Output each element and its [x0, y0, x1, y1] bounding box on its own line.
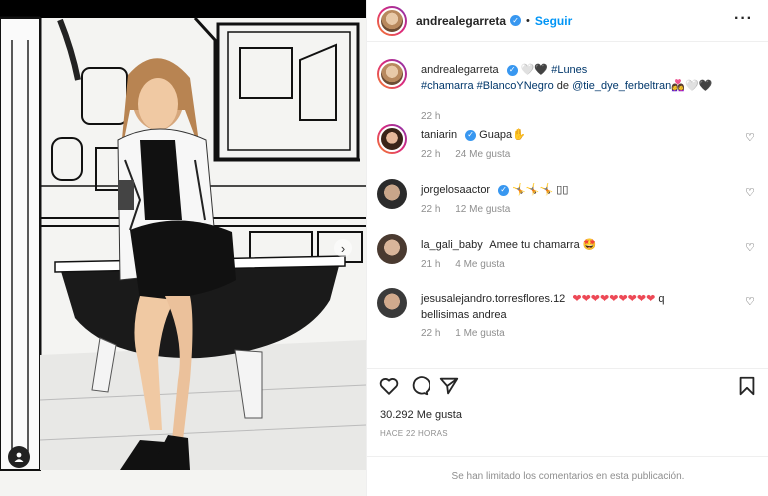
comment-text: jorgelosaactor ✓ 🤸🤸🤸 ▯▯: [421, 182, 721, 198]
comment-username[interactable]: jorgelosaactor: [421, 184, 490, 196]
post-panel: andrealegarreta ✓ • Seguir ··· andrealeg…: [366, 0, 768, 496]
post-photo: [0, 0, 366, 496]
likes-number: 30.292: [380, 409, 414, 421]
post-header: andrealegarreta ✓ • Seguir ···: [367, 0, 768, 42]
follow-button[interactable]: Seguir: [535, 14, 572, 28]
verified-badge-icon: ✓: [498, 184, 510, 196]
comment-likes[interactable]: 1 Me gusta: [455, 328, 504, 339]
author-username[interactable]: andrealegarreta: [416, 14, 506, 28]
comment-item: taniarin ✓ Guapa✋ 22 h 24 Me gusta ♡: [377, 124, 757, 164]
caption-de: de: [556, 80, 569, 92]
comment-body: Guapa✋: [479, 129, 526, 141]
header-separator: •: [526, 14, 530, 27]
caption-username[interactable]: andrealegarreta: [421, 64, 499, 76]
comment-item: jesusalejandro.torresflores.12 ❤❤❤❤❤❤❤❤❤…: [377, 288, 757, 348]
caption-avatar[interactable]: [377, 59, 407, 89]
comment-time[interactable]: 21 h: [421, 259, 440, 270]
comment-like-heart-icon[interactable]: ♡: [745, 296, 757, 308]
likes-count[interactable]: 30.292 Me gusta: [380, 409, 462, 421]
more-options-icon[interactable]: ···: [734, 11, 753, 27]
comment-text: jesusalejandro.torresflores.12 ❤❤❤❤❤❤❤❤❤…: [421, 291, 721, 323]
comment-body: 🤸🤸🤸 ▯▯: [512, 184, 569, 196]
comment-likes[interactable]: 4 Me gusta: [455, 259, 504, 270]
comment-meta: 22 h 12 Me gusta: [421, 204, 522, 215]
comment-text: taniarin ✓ Guapa✋: [421, 127, 721, 143]
post-actions: 30.292 Me gusta HACE 22 HORAS: [367, 368, 768, 456]
mention-link[interactable]: @tie_dye_ferbeltran: [572, 80, 671, 92]
comment-body: bellisimas andrea: [421, 309, 507, 321]
share-icon[interactable]: [438, 375, 460, 397]
user-tag-icon[interactable]: [8, 446, 30, 468]
bookmark-icon[interactable]: [736, 375, 758, 397]
caption-time[interactable]: 22 h: [421, 111, 440, 122]
comment-time[interactable]: 22 h: [421, 149, 440, 160]
hashtag-chamarra[interactable]: #chamarra #BlancoYNegro: [421, 80, 554, 92]
heart-icon[interactable]: [378, 375, 400, 397]
author-avatar[interactable]: [377, 5, 407, 36]
comment-meta: 21 h 4 Me gusta: [421, 259, 517, 270]
commenter-avatar[interactable]: [377, 124, 407, 154]
caption-trailing-emoji: 👩‍❤️‍👩🤍🖤: [671, 80, 713, 92]
comment-hearts: ❤❤❤❤❤❤❤❤❤: [572, 293, 656, 305]
post-timestamp[interactable]: HACE 22 HORAS: [380, 429, 448, 438]
caption-text: andrealegarreta ✓ 🤍🖤 #Lunes #chamarra #Bl…: [421, 62, 721, 94]
comments-limited-notice: Se han limitado los comentarios en esta …: [367, 456, 768, 496]
comment-item: la_gali_baby Amee tu chamarra 🤩 21 h 4 M…: [377, 234, 757, 274]
comment-text: la_gali_baby Amee tu chamarra 🤩: [421, 237, 721, 253]
comment-meta: 22 h 24 Me gusta: [421, 149, 522, 160]
caption-hearts: 🤍🖤: [520, 64, 549, 76]
comment-item: jorgelosaactor ✓ 🤸🤸🤸 ▯▯ 22 h 12 Me gusta …: [377, 179, 757, 219]
comment-body: Amee tu chamarra 🤩: [489, 239, 597, 251]
comment-body-q: q: [658, 293, 665, 305]
commenter-avatar[interactable]: [377, 179, 407, 209]
instagram-post-modal: › andrealegarreta ✓ • Seguir ··· andreal…: [0, 0, 768, 496]
post-media[interactable]: ›: [0, 0, 366, 496]
next-media-button[interactable]: ›: [334, 239, 352, 257]
comment-likes[interactable]: 24 Me gusta: [455, 149, 510, 160]
comment-username[interactable]: la_gali_baby: [421, 239, 483, 251]
verified-badge-icon: ✓: [510, 15, 522, 26]
caption-meta: 22 h: [421, 111, 452, 122]
comment-like-heart-icon[interactable]: ♡: [745, 242, 757, 254]
comment-time[interactable]: 22 h: [421, 328, 440, 339]
hashtag-lunes[interactable]: #Lunes: [551, 64, 587, 76]
comment-likes[interactable]: 12 Me gusta: [455, 204, 510, 215]
comment-time[interactable]: 22 h: [421, 204, 440, 215]
comments-list[interactable]: andrealegarreta ✓ 🤍🖤 #Lunes #chamarra #Bl…: [367, 43, 768, 368]
verified-badge-icon: ✓: [506, 64, 518, 76]
commenter-avatar[interactable]: [377, 234, 407, 264]
comment-meta: 22 h 1 Me gusta: [421, 328, 517, 339]
comment-like-heart-icon[interactable]: ♡: [745, 132, 757, 144]
commenter-avatar[interactable]: [377, 288, 407, 318]
comment-like-heart-icon[interactable]: ♡: [745, 187, 757, 199]
comment-icon[interactable]: [408, 375, 430, 397]
likes-label: Me gusta: [416, 409, 462, 421]
comment-username[interactable]: jesusalejandro.torresflores.12: [421, 293, 565, 305]
verified-badge-icon: ✓: [465, 129, 477, 141]
comment-username[interactable]: taniarin: [421, 129, 457, 141]
caption: andrealegarreta ✓ 🤍🖤 #Lunes #chamarra #Bl…: [377, 59, 757, 129]
